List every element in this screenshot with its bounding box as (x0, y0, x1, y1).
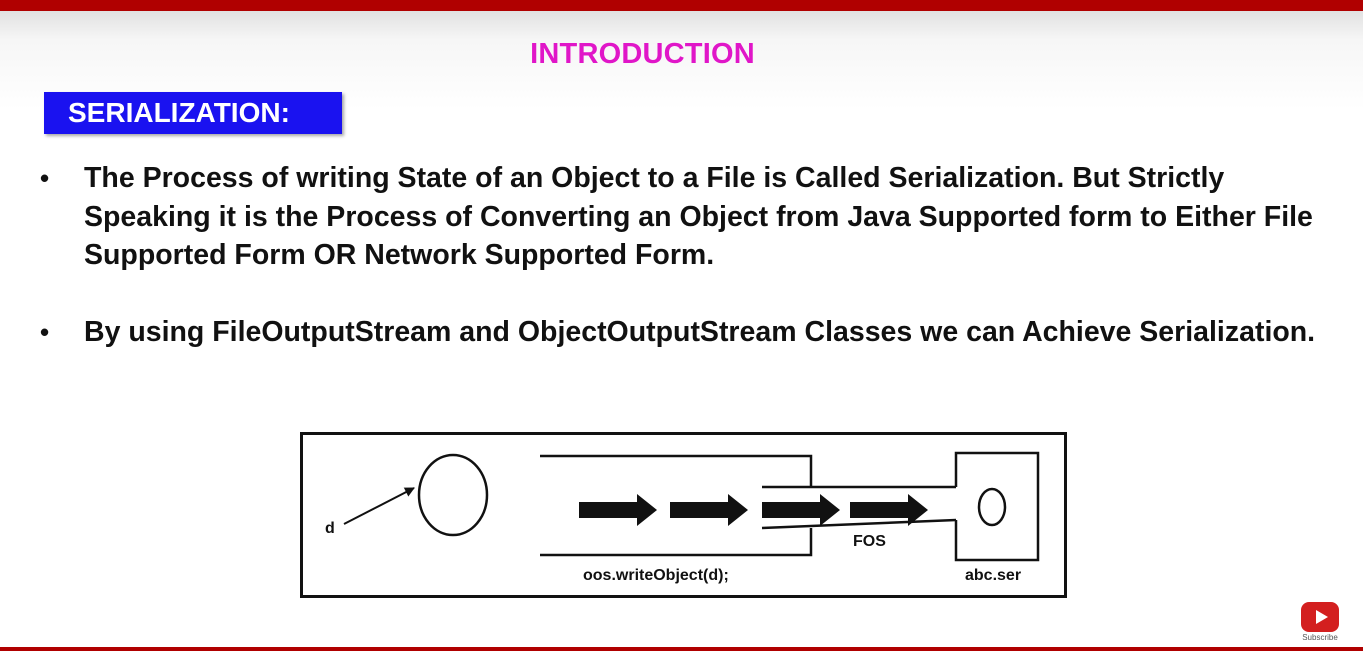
section-label: SERIALIZATION: (44, 92, 342, 134)
slide-title: INTRODUCTION (530, 38, 755, 70)
oos-pipe-top (540, 454, 813, 487)
subscribe-badge[interactable]: Subscribe (1299, 602, 1341, 642)
fos-pipe-bottom (761, 518, 957, 530)
file-label: abc.ser (965, 567, 1021, 584)
oos-pipe-bottom (540, 528, 813, 557)
file-object-circle (977, 487, 1007, 527)
flow-arrow-icon (579, 494, 657, 526)
bullet-marker: • (40, 163, 50, 193)
flow-arrow-icon (670, 494, 748, 526)
subscribe-label[interactable]: Subscribe (1299, 633, 1341, 642)
object-circle (417, 453, 489, 537)
top-accent-bar (0, 0, 1363, 11)
reference-arrow (343, 487, 415, 525)
youtube-play-icon[interactable] (1301, 602, 1339, 632)
stream-label: FOS (853, 533, 886, 550)
play-triangle-icon (1316, 610, 1328, 624)
serialization-diagram: d oos.writeObject(d); FOS abc.ser (300, 432, 1067, 598)
file-box (954, 451, 1040, 562)
bullet-text: By using FileOutputStream and ObjectOutp… (84, 316, 1316, 348)
method-label: oos.writeObject(d); (583, 567, 729, 584)
reference-label: d (325, 520, 335, 537)
bottom-accent-bar (0, 647, 1363, 651)
flow-arrow-icon (762, 494, 840, 526)
bullet-marker: • (40, 317, 50, 347)
bullet-text: The Process of writing State of an Objec… (84, 162, 1313, 271)
diagram-canvas: d oos.writeObject(d); FOS abc.ser (300, 432, 1067, 598)
